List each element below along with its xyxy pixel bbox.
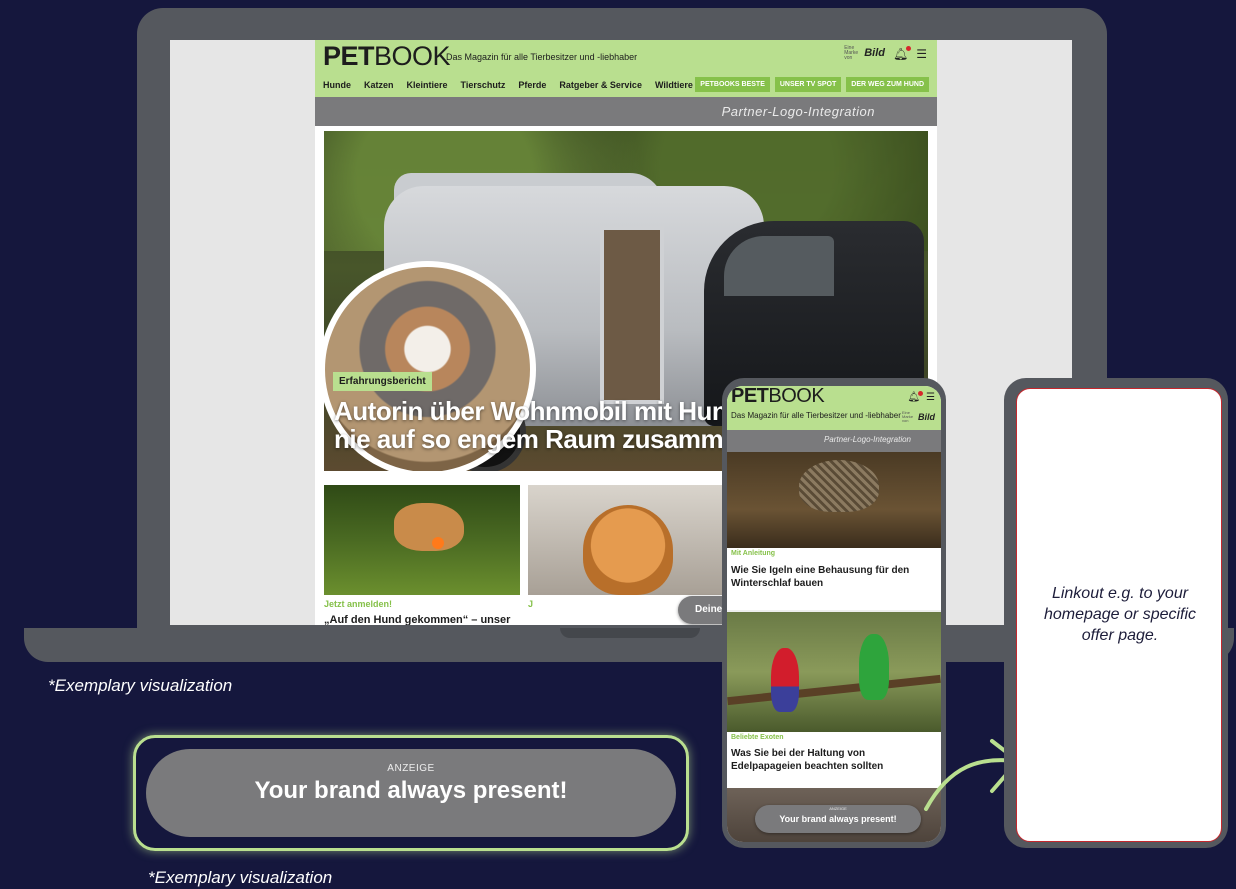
partner-logo-label: Partner-Logo-Integration (721, 104, 875, 119)
camper-door (600, 226, 664, 404)
ball-image (432, 537, 444, 549)
big-pill-text: Your brand always present! (254, 777, 568, 804)
ad-pill-text: Your brand always present! (779, 814, 897, 824)
bell-icon[interactable]: 🔔︎ (893, 45, 912, 61)
petbook-logo[interactable]: PETBOOK (323, 40, 451, 72)
hero-category-badge: Erfahrungsbericht (333, 372, 432, 391)
article-title[interactable]: Wie Sie Igeln eine Behausung für den Win… (731, 564, 931, 590)
article-title[interactable]: „Auf den Hund gekommen“ – unser (324, 614, 510, 625)
sticky-ad-pill[interactable]: ANZEIGE Your brand always present! (755, 805, 921, 833)
cat-image (583, 505, 673, 595)
laptop-notch (560, 628, 700, 638)
petbook-logo[interactable]: PETBOOK (731, 386, 825, 408)
nav-item-tierschutz[interactable]: Tierschutz (461, 80, 506, 90)
linkout-description: Linkout e.g. to your homepage or specifi… (1043, 585, 1197, 644)
article-kicker: J (528, 599, 534, 609)
nav-item-hunde[interactable]: Hunde (323, 80, 351, 90)
branch-shape (727, 674, 941, 706)
main-nav: Hunde Katzen Kleintiere Tierschutz Pferd… (323, 80, 693, 90)
ad-label: ANZEIGE (387, 763, 435, 774)
mobile-tagline: Das Magazin für alle Tierbesitzer und -l… (731, 411, 901, 420)
nav-buttons: PETBOOKS BESTE UNSER TV SPOT DER WEG ZUM… (695, 77, 929, 92)
article-card-image[interactable] (324, 485, 520, 595)
petbooks-beste-button[interactable]: PETBOOKS BESTE (695, 77, 770, 92)
menu-icon[interactable]: ☰ (926, 392, 935, 403)
camper-window (724, 236, 834, 296)
nav-item-ratgeber[interactable]: Ratgeber & Service (559, 80, 642, 90)
article-kicker: Beliebte Exoten (731, 734, 784, 741)
big-ad-pill[interactable]: ANZEIGE Your brand always present! (146, 749, 676, 837)
parrot-image[interactable] (727, 612, 941, 732)
partner-logo-bar: Partner-Logo-Integration (315, 97, 937, 126)
hedgehog-shape (799, 460, 879, 512)
header-icons: Eine Marke von Bild 🔔︎ ☰ (844, 45, 927, 61)
nav-item-wildtiere[interactable]: Wildtiere (655, 80, 693, 90)
nav-item-pferde[interactable]: Pferde (518, 80, 546, 90)
menu-icon[interactable]: ☰ (916, 47, 927, 61)
ad-label: ANZEIGE (829, 806, 847, 811)
weg-zum-hund-button[interactable]: DER WEG ZUM HUND (846, 77, 929, 92)
partner-logo-bar: Partner-Logo-Integration (727, 430, 941, 452)
site-tagline: Das Magazin für alle Tierbesitzer und -l… (446, 52, 638, 62)
red-parrot-shape (771, 648, 799, 712)
article-card-image[interactable] (528, 485, 728, 595)
phone-screen: PETBOOK Das Magazin für alle Tierbesitze… (727, 386, 941, 842)
tv-spot-button[interactable]: UNSER TV SPOT (774, 77, 842, 92)
mobile-header-icons: 🔔︎ ☰ (907, 391, 935, 403)
article-kicker: Jetzt anmelden! (324, 599, 393, 609)
bild-brandmark[interactable]: Eine Marke von Bild (902, 411, 935, 423)
hedgehog-image[interactable] (727, 452, 941, 548)
partner-logo-label: Partner-Logo-Integration (823, 435, 911, 444)
nav-item-katzen[interactable]: Katzen (364, 80, 394, 90)
green-parrot-shape (859, 634, 889, 700)
exemplary-caption: *Exemplary visualization (48, 676, 233, 695)
exemplary-caption: *Exemplary visualization (148, 868, 333, 887)
bell-icon[interactable]: 🔔︎ (907, 391, 923, 403)
nav-item-kleintiere[interactable]: Kleintiere (407, 80, 448, 90)
bild-brandmark[interactable]: Eine Marke von Bild (844, 46, 885, 61)
dog-image (394, 503, 464, 551)
article-kicker: Mit Anleitung (731, 550, 776, 557)
article-title[interactable]: Was Sie bei der Haltung von Edelpapageie… (731, 747, 937, 773)
